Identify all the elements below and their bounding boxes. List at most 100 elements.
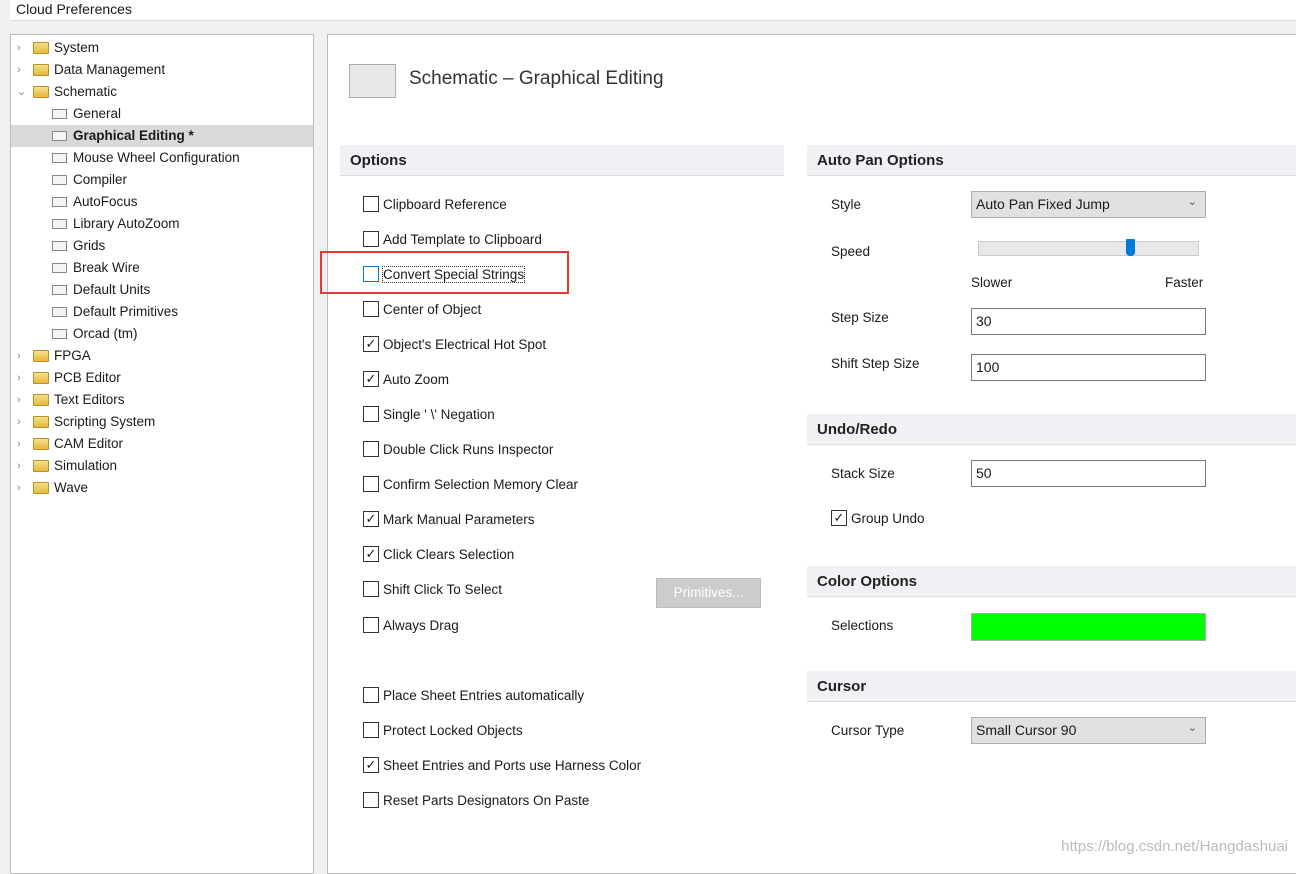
option-checkbox[interactable]: ✓ Auto Zoom xyxy=(363,371,449,389)
tree-item[interactable]: › CAM Editor xyxy=(11,433,313,455)
chevron-right-icon[interactable]: › xyxy=(17,411,21,433)
checkbox-box[interactable]: ✓ xyxy=(363,757,379,774)
preferences-tree[interactable]: › System › Data Management ⌄ Schematic General… xyxy=(10,34,314,874)
option-checkbox[interactable]: Place Sheet Entries automatically xyxy=(363,687,584,705)
folder-icon xyxy=(33,42,49,54)
chevron-right-icon[interactable]: › xyxy=(17,37,21,59)
step-size-input[interactable]: 30 xyxy=(971,308,1206,335)
settings-page-icon xyxy=(52,241,67,251)
checkbox-box[interactable]: ✓ xyxy=(363,336,379,353)
tree-item[interactable]: Break Wire xyxy=(11,257,313,279)
checkbox-box[interactable] xyxy=(363,441,379,458)
settings-page-icon xyxy=(52,263,67,273)
group-undo-checkbox[interactable]: ✓ Group Undo xyxy=(831,510,925,528)
folder-icon xyxy=(33,482,49,494)
tree-item-label: Grids xyxy=(73,238,106,253)
option-checkbox[interactable]: Protect Locked Objects xyxy=(363,722,523,740)
stack-size-input[interactable]: 50 xyxy=(971,460,1206,487)
checkbox-box[interactable] xyxy=(363,617,379,634)
tree-item[interactable]: Default Primitives xyxy=(11,301,313,323)
window-title: Cloud Preferences xyxy=(10,0,1296,21)
tree-item[interactable]: › Data Management xyxy=(11,59,313,81)
chevron-right-icon[interactable]: › xyxy=(17,345,21,367)
folder-icon xyxy=(33,438,49,450)
checkbox-box[interactable] xyxy=(363,196,379,213)
tree-item[interactable]: Graphical Editing * xyxy=(11,125,313,147)
checkbox-box[interactable] xyxy=(363,406,379,423)
option-checkbox[interactable]: ✓ Object's Electrical Hot Spot xyxy=(363,336,546,354)
checkbox-box[interactable]: ✓ xyxy=(363,511,379,528)
tree-item[interactable]: Library AutoZoom xyxy=(11,213,313,235)
speed-slider-thumb[interactable] xyxy=(1126,239,1136,256)
checkbox-box[interactable] xyxy=(363,722,379,739)
folder-icon xyxy=(33,416,49,428)
primitives-button[interactable]: Primitives... xyxy=(656,578,761,608)
cursor-type-label: Cursor Type xyxy=(831,723,905,738)
tree-item[interactable]: ⌄ Schematic xyxy=(11,81,313,103)
tree-item-label: Library AutoZoom xyxy=(73,216,180,231)
checkbox-box[interactable] xyxy=(363,301,379,318)
tree-item-label: Orcad (tm) xyxy=(73,326,138,341)
selections-color-swatch[interactable] xyxy=(971,613,1206,641)
tree-item[interactable]: › FPGA xyxy=(11,345,313,367)
tree-item[interactable]: › Text Editors xyxy=(11,389,313,411)
chevron-down-icon[interactable]: ⌄ xyxy=(17,81,26,103)
chevron-right-icon[interactable]: › xyxy=(17,477,21,499)
option-label: Add Template to Clipboard xyxy=(383,232,542,247)
style-dropdown[interactable]: Auto Pan Fixed Jump ⌄ xyxy=(971,191,1206,218)
tree-item[interactable]: Default Units xyxy=(11,279,313,301)
checkbox-box[interactable] xyxy=(363,581,379,598)
tree-item[interactable]: General xyxy=(11,103,313,125)
chevron-right-icon[interactable]: › xyxy=(17,433,21,455)
chevron-right-icon[interactable]: › xyxy=(17,455,21,477)
faster-label: Faster xyxy=(1165,275,1204,290)
tree-item[interactable]: › Simulation xyxy=(11,455,313,477)
chevron-right-icon[interactable]: › xyxy=(17,59,21,81)
option-checkbox[interactable]: ✓ Sheet Entries and Ports use Harness Col… xyxy=(363,757,641,775)
chevron-right-icon[interactable]: › xyxy=(17,389,21,411)
checkbox-box[interactable] xyxy=(363,231,379,248)
slower-label: Slower xyxy=(971,275,1013,290)
chevron-right-icon[interactable]: › xyxy=(17,367,21,389)
tree-item[interactable]: Compiler xyxy=(11,169,313,191)
option-checkbox[interactable]: Always Drag xyxy=(363,617,459,635)
folder-icon xyxy=(33,460,49,472)
option-checkbox[interactable]: Center of Object xyxy=(363,301,481,319)
tree-item[interactable]: › Scripting System xyxy=(11,411,313,433)
option-checkbox[interactable]: Double Click Runs Inspector xyxy=(363,441,553,459)
highlight-annotation xyxy=(320,251,569,294)
option-checkbox[interactable]: Reset Parts Designators On Paste xyxy=(363,792,589,810)
settings-page-icon xyxy=(52,285,67,295)
checkbox-box[interactable]: ✓ xyxy=(831,510,847,527)
tree-item[interactable]: › PCB Editor xyxy=(11,367,313,389)
checkbox-box[interactable] xyxy=(363,792,379,809)
checkbox-box[interactable]: ✓ xyxy=(363,371,379,388)
tree-item[interactable]: › System xyxy=(11,37,313,59)
option-checkbox[interactable]: Add Template to Clipboard xyxy=(363,231,542,249)
settings-page-icon xyxy=(52,153,67,163)
option-label: Double Click Runs Inspector xyxy=(383,442,554,457)
option-checkbox[interactable]: ✓ Click Clears Selection xyxy=(363,546,514,564)
option-checkbox[interactable]: Confirm Selection Memory Clear xyxy=(363,476,578,494)
undo-header: Undo/Redo xyxy=(807,414,1296,445)
checkbox-box[interactable] xyxy=(363,476,379,493)
speed-slider[interactable] xyxy=(978,241,1199,256)
option-checkbox[interactable]: ✓ Mark Manual Parameters xyxy=(363,511,535,529)
option-checkbox[interactable]: Single ' \' Negation xyxy=(363,406,495,424)
checkbox-box[interactable]: ✓ xyxy=(363,546,379,563)
stack-size-label: Stack Size xyxy=(831,466,895,481)
checkbox-box[interactable] xyxy=(363,687,379,704)
option-label: Protect Locked Objects xyxy=(383,723,523,738)
tree-item[interactable]: Orcad (tm) xyxy=(11,323,313,345)
option-checkbox[interactable]: Clipboard Reference xyxy=(363,196,507,214)
folder-icon xyxy=(33,64,49,76)
tree-item[interactable]: Mouse Wheel Configuration xyxy=(11,147,313,169)
cursor-type-dropdown[interactable]: Small Cursor 90 ⌄ xyxy=(971,717,1206,744)
tree-item[interactable]: › Wave xyxy=(11,477,313,499)
tree-item[interactable]: AutoFocus xyxy=(11,191,313,213)
tree-item[interactable]: Grids xyxy=(11,235,313,257)
tree-item-label: Schematic xyxy=(54,84,118,99)
options-header: Options xyxy=(340,145,784,176)
shift-step-size-input[interactable]: 100 xyxy=(971,354,1206,381)
option-checkbox[interactable]: Shift Click To Select xyxy=(363,581,502,599)
